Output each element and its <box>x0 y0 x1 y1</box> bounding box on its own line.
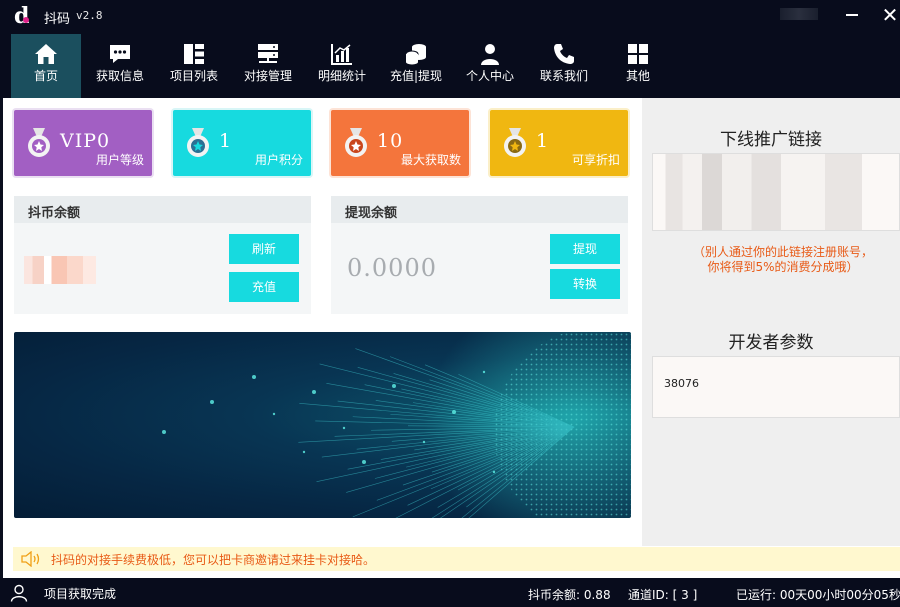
developer-params-field[interactable]: 38076 <box>652 356 900 418</box>
phone-icon <box>554 44 574 64</box>
refresh-button[interactable]: 刷新 <box>229 234 299 264</box>
nav-item-personal-center[interactable]: 个人中心 <box>455 34 525 98</box>
main-content: VIP0 用户等级 1 用户积分 10 最大获取数 1 可享折扣 抖币余额 刷新… <box>0 98 642 546</box>
promo-link-note: （别人通过你的此链接注册账号， 你将得到5%的消费分成哦） <box>642 245 900 275</box>
withdraw-balance-panel: 提现余额 0.0000 提现 转换 <box>331 196 628 314</box>
server-icon <box>258 44 278 63</box>
message-icon <box>110 45 130 63</box>
minimize-button[interactable] <box>834 0 870 30</box>
medal-icon <box>187 128 209 157</box>
nav-item-docking[interactable]: 对接管理 <box>233 34 303 98</box>
nav-label: 获取信息 <box>95 69 144 83</box>
max-fetch-value: 10 <box>377 130 404 152</box>
status-uptime: 已运行: 00天00小时00分05秒 <box>736 588 900 602</box>
chart-icon <box>331 44 352 65</box>
coin-balance-blurred-value <box>24 256 96 284</box>
vip-level-label: 用户等级 <box>95 153 144 167</box>
discount-value: 1 <box>536 130 550 152</box>
withdraw-button[interactable]: 提现 <box>550 234 620 264</box>
nav-item-recharge-withdraw[interactable]: 充值|提现 <box>381 34 451 98</box>
close-button[interactable]: ✕ <box>872 0 900 30</box>
status-message: 项目获取完成 <box>44 587 117 601</box>
status-channel-id: 通道ID: [ 3 ] <box>628 588 698 602</box>
nav-label: 其他 <box>625 69 650 83</box>
max-fetch-card: 10 最大获取数 <box>331 110 469 176</box>
max-fetch-label: 最大获取数 <box>400 153 461 167</box>
nav-item-contact-us[interactable]: 联系我们 <box>529 34 599 98</box>
speaker-icon <box>21 551 40 567</box>
vip-level-value: VIP0 <box>60 130 111 152</box>
app-version: v2.8 <box>76 9 103 22</box>
promo-note-line-2: 你将得到5%的消费分成哦） <box>707 260 859 274</box>
discount-label: 可享折扣 <box>571 153 620 167</box>
coin-balance-panel: 抖币余额 刷新 充值 <box>14 196 311 314</box>
nav-label: 个人中心 <box>465 69 514 83</box>
withdraw-balance-title: 提现余额 <box>331 196 628 223</box>
user-points-card: 1 用户积分 <box>173 110 311 176</box>
vip-level-card: VIP0 用户等级 <box>14 110 152 176</box>
promo-link-field[interactable] <box>652 153 900 231</box>
home-icon <box>35 44 57 64</box>
nav-label: 对接管理 <box>243 69 292 83</box>
nav-label: 明细统计 <box>317 69 366 83</box>
medal-icon <box>345 128 367 157</box>
status-bar: 项目获取完成 抖币余额: 0.88 通道ID: [ 3 ] 已运行: 00天00… <box>0 578 900 607</box>
nav-label: 项目列表 <box>169 69 218 83</box>
coins-icon <box>405 44 426 65</box>
notice-bar: 抖码的对接手续费极低，您可以把卡商邀请过来挂卡对接哈。 <box>0 546 900 578</box>
user-icon <box>481 44 499 65</box>
promo-note-line-1: （别人通过你的此链接注册账号， <box>692 245 873 259</box>
nav-item-get-info[interactable]: 获取信息 <box>85 34 155 98</box>
user-points-value: 1 <box>219 130 233 152</box>
nav-item-statistics[interactable]: 明细统计 <box>307 34 377 98</box>
user-points-label: 用户积分 <box>254 153 303 167</box>
promo-link-title: 下线推广链接 <box>720 130 822 150</box>
nav-label: 联系我们 <box>539 69 588 83</box>
coin-balance-title: 抖币余额 <box>14 196 311 223</box>
nav-item-other[interactable]: 其他 <box>603 34 673 98</box>
recharge-button[interactable]: 充值 <box>229 272 299 302</box>
app-name: 抖码 <box>44 12 71 27</box>
app-logo-icon: d <box>14 4 38 28</box>
blurred-title-info <box>780 8 818 20</box>
withdraw-balance-value: 0.0000 <box>347 254 437 282</box>
notice-text: 抖码的对接手续费极低，您可以把卡商邀请过来挂卡对接哈。 <box>51 553 376 567</box>
globe-network-graphic <box>162 332 631 518</box>
nav-toolbar: 首页 获取信息 项目列表 对接管理 明细统计 充值|提现 个人中心 联系我们 其… <box>0 34 900 98</box>
medal-icon <box>28 128 50 157</box>
list-icon <box>184 44 204 64</box>
nav-label: 充值|提现 <box>389 69 443 83</box>
convert-button[interactable]: 转换 <box>550 269 620 299</box>
minimize-icon <box>846 14 858 16</box>
developer-params-value: 38076 <box>664 377 699 390</box>
discount-card: 1 可享折扣 <box>490 110 628 176</box>
banner-image <box>14 332 631 518</box>
status-coin-balance: 抖币余额: 0.88 <box>528 588 611 602</box>
side-panel: 下线推广链接 （别人通过你的此链接注册账号， 你将得到5%的消费分成哦） 开发者… <box>642 98 900 546</box>
developer-params-title: 开发者参数 <box>728 333 814 353</box>
user-icon <box>10 584 28 602</box>
nav-item-project-list[interactable]: 项目列表 <box>159 34 229 98</box>
apps-icon <box>628 44 648 64</box>
nav-item-home[interactable]: 首页 <box>11 34 81 98</box>
nav-label: 首页 <box>33 69 58 83</box>
medal-icon <box>504 128 526 157</box>
title-bar: d 抖码 v2.8 ✕ <box>0 0 900 34</box>
